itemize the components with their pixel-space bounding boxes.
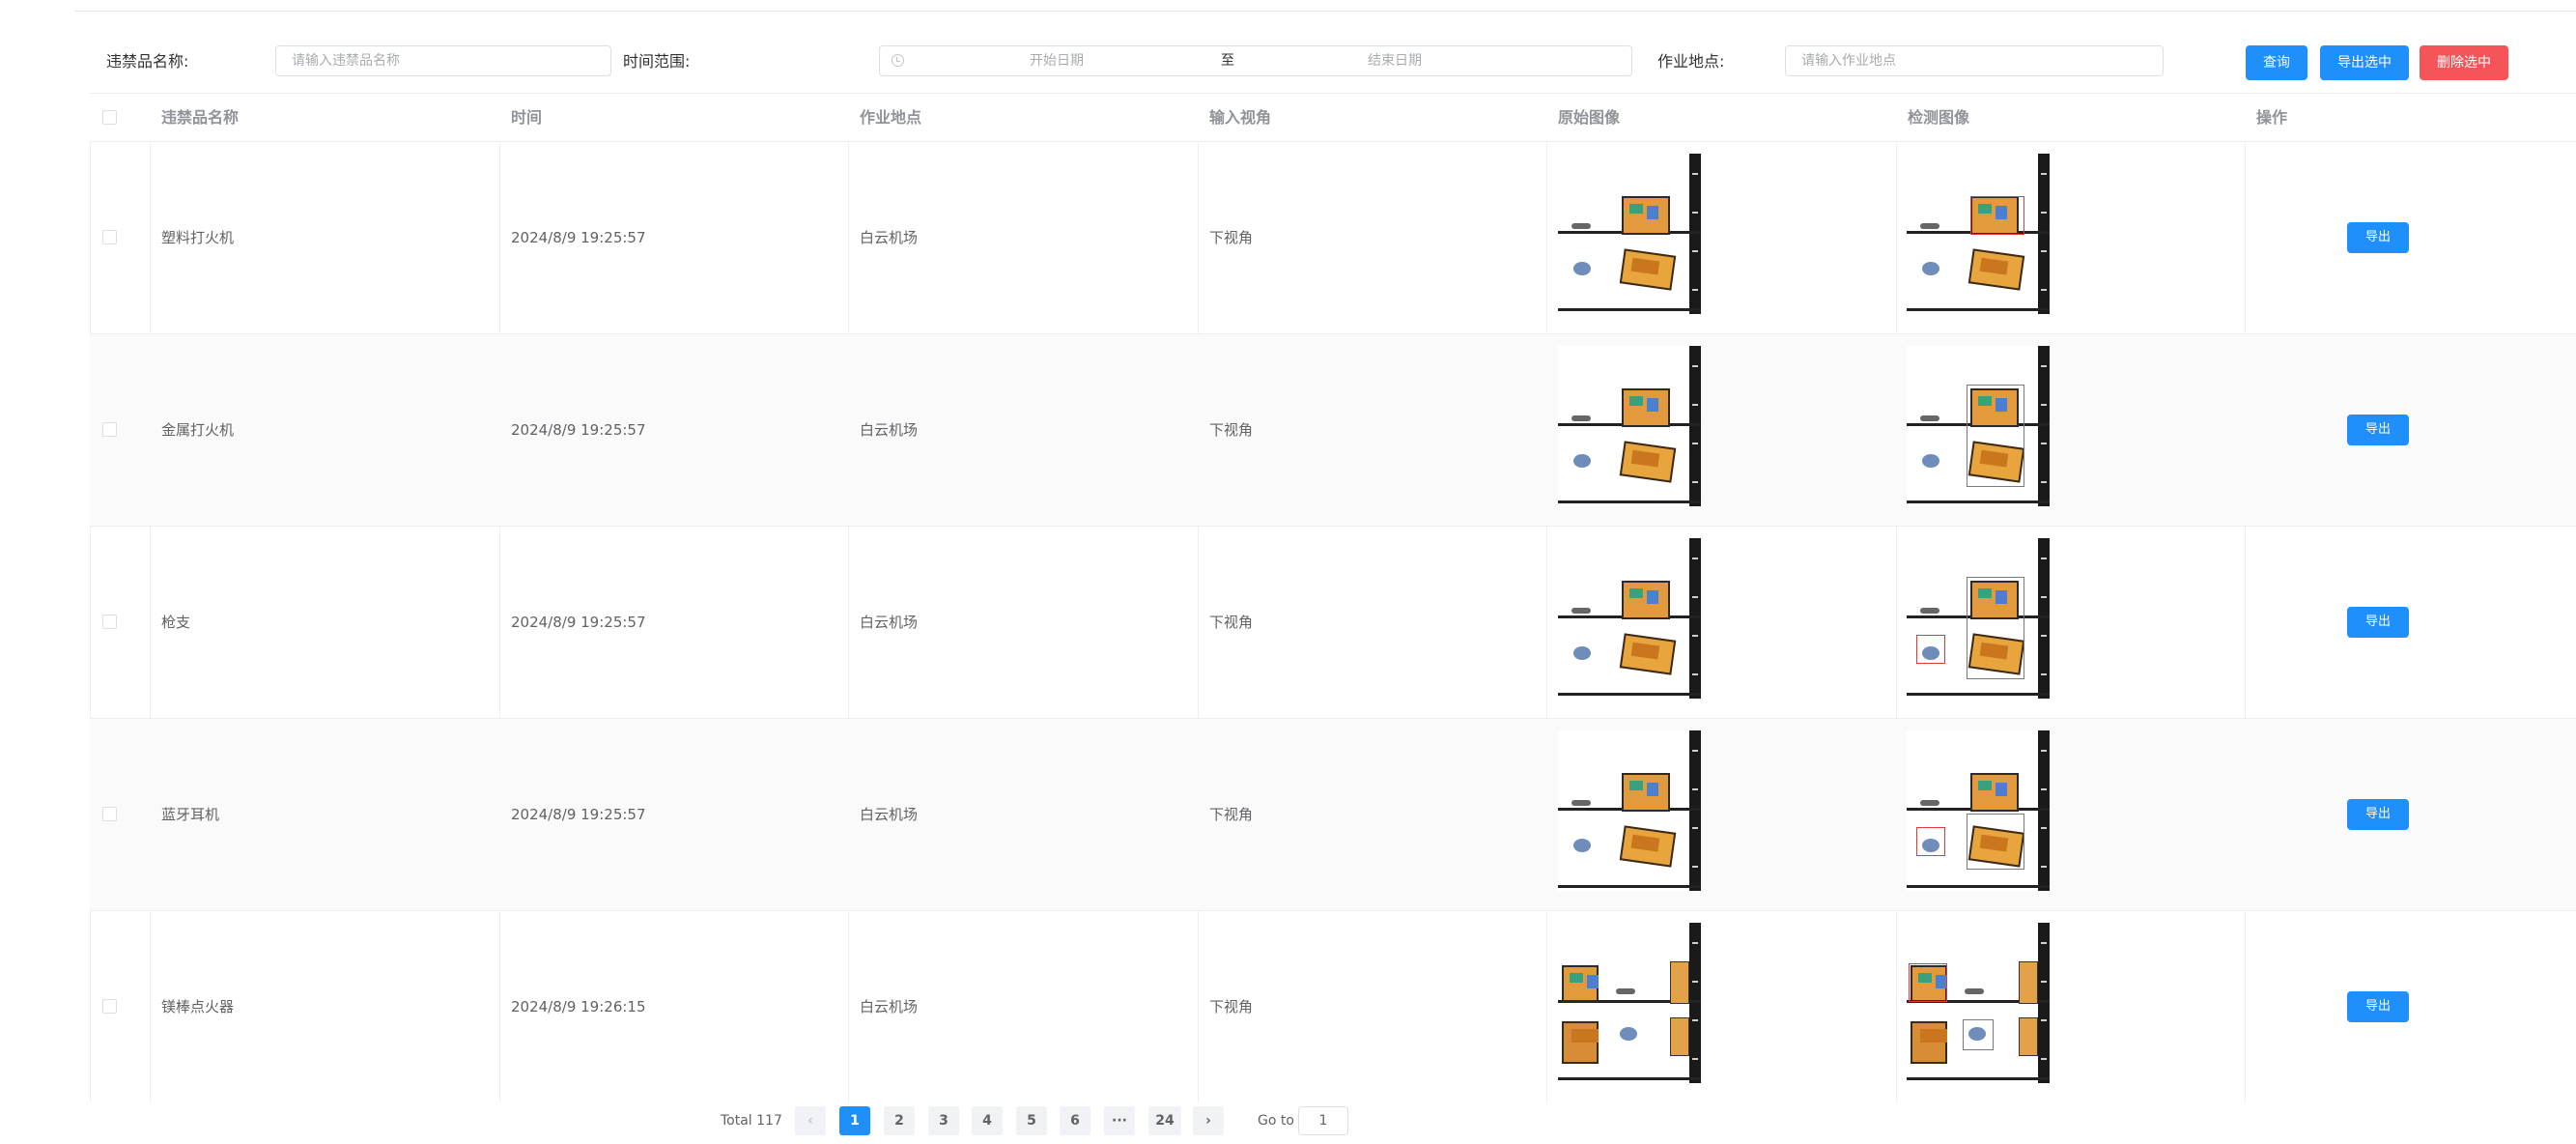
column-header-name[interactable]: 违禁品名称 [150,94,499,142]
original-xray-image[interactable] [1558,154,1701,314]
row-location: 白云机场 [860,421,919,439]
row-time: 2024/8/9 19:25:57 [511,229,646,246]
original-xray-image[interactable] [1558,346,1701,506]
detection-xray-image[interactable] [1907,346,2050,506]
query-button[interactable]: 查询 [2246,45,2307,80]
pagination-total: Total 117 [721,1113,782,1129]
contraband-table: 违禁品名称 时间 作业地点 输入视角 原始图像 检测图像 操作 塑料打火机 20… [90,93,2576,1102]
top-divider [74,11,2576,12]
detection-xray-image[interactable] [1907,538,2050,699]
row-time: 2024/8/9 19:26:15 [511,998,646,1015]
page-4-button[interactable]: 4 [972,1106,1003,1135]
row-time: 2024/8/9 19:25:57 [511,421,646,439]
row-location: 白云机场 [860,229,919,246]
row-checkbox[interactable] [102,230,117,244]
detection-xray-image[interactable] [1907,154,2050,314]
row-name: 蓝牙耳机 [161,806,220,823]
row-view: 下视角 [1209,421,1254,439]
start-date-input[interactable]: 开始日期 [1030,46,1084,75]
row-name: 金属打火机 [161,421,235,439]
location-label: 作业地点: [1657,52,1725,71]
goto-label: Go to [1258,1113,1294,1129]
original-xray-image[interactable] [1558,730,1701,891]
export-button[interactable]: 导出 [2347,415,2409,445]
row-location: 白云机场 [860,806,919,823]
table-row: 蓝牙耳机 2024/8/9 19:25:57 白云机场 下视角 导出 [90,719,2576,911]
table-row: 塑料打火机 2024/8/9 19:25:57 白云机场 下视角 导出 [90,142,2576,334]
date-range-picker[interactable]: 开始日期 至 结束日期 [879,45,1632,76]
page-2-button[interactable]: 2 [884,1106,915,1135]
row-checkbox[interactable] [102,615,117,629]
contraband-name-label: 违禁品名称: [106,52,189,71]
column-header-location[interactable]: 作业地点 [848,94,1198,142]
export-button[interactable]: 导出 [2347,222,2409,253]
column-header-detection-image: 检测图像 [1908,108,1970,127]
prev-page-icon[interactable]: ‹ [795,1106,826,1135]
select-all-checkbox[interactable] [102,110,117,125]
export-button[interactable]: 导出 [2347,799,2409,830]
row-location: 白云机场 [860,614,919,631]
location-input[interactable]: 请输入作业地点 [1785,45,2164,76]
end-date-input[interactable]: 结束日期 [1368,46,1422,75]
row-name: 镁棒点火器 [161,998,235,1015]
row-view: 下视角 [1209,229,1254,246]
export-button[interactable]: 导出 [2347,991,2409,1022]
page-24-button[interactable]: 24 [1148,1106,1181,1135]
column-header-original-image: 原始图像 [1558,108,1621,127]
table-row: 金属打火机 2024/8/9 19:25:57 白云机场 下视角 导出 [90,334,2576,527]
row-view: 下视角 [1209,998,1254,1015]
row-name: 枪支 [161,614,191,631]
detection-xray-image[interactable] [1907,730,2050,891]
row-view: 下视角 [1209,806,1254,823]
table-header: 违禁品名称 时间 作业地点 输入视角 原始图像 检测图像 操作 [90,93,2576,142]
range-separator: 至 [1221,53,1234,69]
column-header-actions: 操作 [2256,108,2288,127]
column-header-view[interactable]: 输入视角 [1198,94,1546,142]
clock-icon [892,54,904,67]
detection-xray-image[interactable] [1907,923,2050,1083]
page-3-button[interactable]: 3 [928,1106,959,1135]
row-location: 白云机场 [860,998,919,1015]
row-time: 2024/8/9 19:25:57 [511,806,646,823]
row-time: 2024/8/9 19:25:57 [511,614,646,631]
export-selected-button[interactable]: 导出选中 [2320,45,2409,80]
row-name: 塑料打火机 [161,229,235,246]
table-row: 枪支 2024/8/9 19:25:57 白云机场 下视角 导出 [90,527,2576,719]
original-xray-image[interactable] [1558,538,1701,699]
row-checkbox[interactable] [102,807,117,821]
time-range-label: 时间范围: [623,52,691,71]
next-page-icon[interactable]: › [1193,1106,1224,1135]
export-button[interactable]: 导出 [2347,607,2409,638]
row-checkbox[interactable] [102,999,117,1014]
original-xray-image[interactable] [1558,923,1701,1083]
column-header-time[interactable]: 时间 [499,94,848,142]
page-1-button[interactable]: 1 [839,1106,870,1135]
page-6-button[interactable]: 6 [1060,1106,1090,1135]
goto-page-input[interactable]: 1 [1298,1106,1348,1135]
delete-selected-button[interactable]: 删除选中 [2420,45,2508,80]
page-ellipsis-button[interactable]: ··· [1104,1106,1135,1135]
page-5-button[interactable]: 5 [1016,1106,1047,1135]
row-view: 下视角 [1209,614,1254,631]
table-row: 镁棒点火器 2024/8/9 19:26:15 白云机场 下视角 导出 [90,911,2576,1102]
row-checkbox[interactable] [102,422,117,437]
contraband-name-input[interactable]: 请输入违禁品名称 [275,45,611,76]
